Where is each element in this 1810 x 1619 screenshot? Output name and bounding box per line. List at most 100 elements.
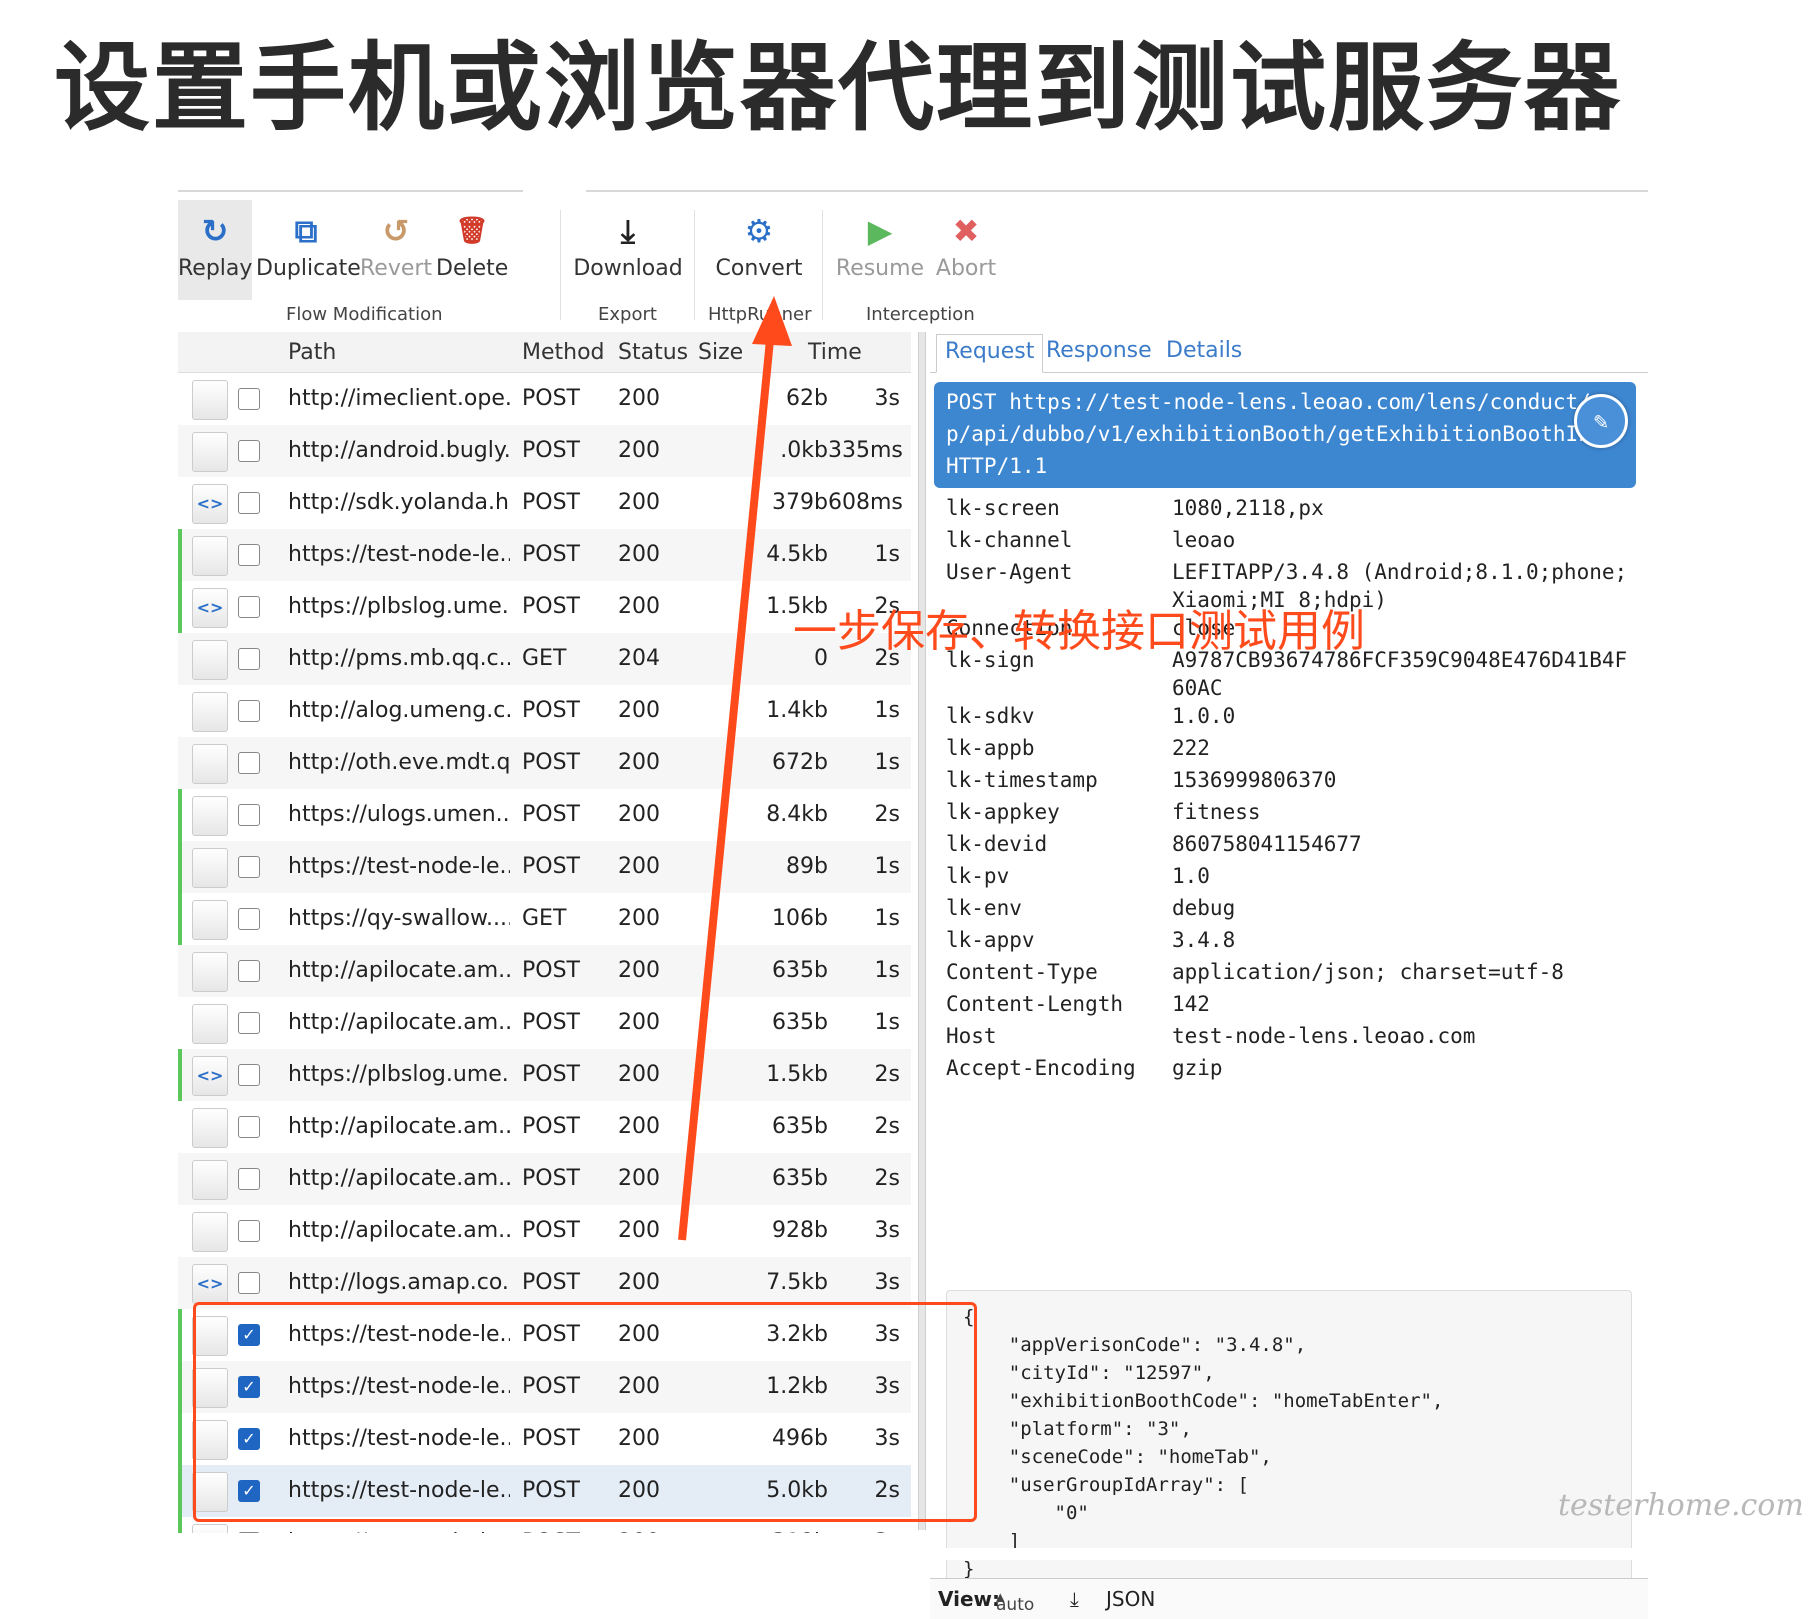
table-row[interactable]: https://test-node-le... POST 200 4.5kb 1s: [178, 529, 911, 581]
row-checkbox[interactable]: [238, 804, 260, 826]
duplicate-button[interactable]: ⧉ Duplicate: [256, 200, 361, 300]
table-row[interactable]: http://android.bugly... POST 200 .0kb 335ms: [178, 425, 911, 477]
row-checkbox[interactable]: [238, 1064, 260, 1086]
row-checkbox[interactable]: [238, 544, 260, 566]
row-checkbox[interactable]: [238, 700, 260, 722]
header-row: lk-appv 3.4.8: [946, 926, 1636, 958]
table-row[interactable]: http://imeclient.ope... POST 200 62b 3s: [178, 373, 911, 425]
flow-path: http://pms.mb.qq.c...: [288, 646, 510, 671]
flow-path: http://sdk.yolanda.h...: [288, 490, 510, 515]
replay-button[interactable]: ↻ Replay: [178, 200, 252, 300]
delete-button[interactable]: 🗑 Delete: [436, 200, 508, 300]
flow-time: 2s: [874, 1062, 900, 1087]
row-checkbox[interactable]: [238, 440, 260, 462]
flow-status: 200: [618, 438, 660, 463]
table-row[interactable]: https://qy-swallow.... GET 200 106b 1s: [178, 893, 911, 945]
header-row: Host test-node-lens.leoao.com: [946, 1022, 1636, 1054]
tab-request[interactable]: Request: [936, 334, 1044, 373]
close-icon: ✖: [952, 212, 980, 250]
row-checkbox[interactable]: [238, 1220, 260, 1242]
row-checkbox[interactable]: [238, 1168, 260, 1190]
flow-path: http://android.bugly...: [288, 438, 510, 463]
flow-size: 4.5kb: [766, 542, 828, 567]
convert-button[interactable]: ⚙ Convert: [704, 200, 814, 300]
table-row[interactable]: http://oth.eve.mdt.q... POST 200 672b 1s: [178, 737, 911, 789]
table-row[interactable]: http://alog.umeng.c... POST 200 1.4kb 1s: [178, 685, 911, 737]
flow-size: 635b: [772, 1166, 828, 1191]
header-value: debug: [1172, 896, 1236, 920]
row-checkbox[interactable]: [238, 1012, 260, 1034]
flow-status: 200: [618, 802, 660, 827]
flow-time: 2s: [874, 1114, 900, 1139]
flow-method: POST: [522, 854, 580, 879]
flow-path: http://apilocate.am...: [288, 1114, 510, 1139]
header-row: lk-devid 860758041154677: [946, 830, 1636, 862]
code-icon: <>: [192, 588, 228, 628]
status-bar: [178, 477, 182, 529]
view-mode-select[interactable]: auto ▴: [996, 1587, 1034, 1615]
row-checkbox[interactable]: [238, 1116, 260, 1138]
column-header-time[interactable]: Time: [808, 340, 862, 365]
tab-details[interactable]: Details: [1166, 338, 1242, 372]
request-line[interactable]: POST https://test-node-lens.leoao.com/le…: [934, 382, 1636, 488]
table-row[interactable]: http://apilocate.am... POST 200 928b 3s: [178, 1205, 911, 1257]
flow-method: POST: [522, 698, 580, 723]
header-value: 860758041154677: [1172, 832, 1362, 856]
flow-path: https://test-node-le...: [288, 542, 510, 567]
row-checkbox[interactable]: [238, 908, 260, 930]
column-header-path[interactable]: Path: [288, 340, 336, 365]
header-value: fitness: [1172, 800, 1261, 824]
header-value: application/json; charset=utf-8: [1172, 960, 1564, 984]
row-checkbox[interactable]: [238, 492, 260, 514]
status-bar: [178, 789, 182, 841]
flow-method: GET: [522, 906, 567, 931]
row-checkbox[interactable]: [238, 1272, 260, 1294]
header-row: lk-screen 1080,2118,px: [946, 494, 1636, 526]
flow-time: 608ms: [828, 490, 903, 515]
header-key: lk-appkey: [946, 800, 1060, 824]
flow-status: 200: [618, 1062, 660, 1087]
row-checkbox[interactable]: [238, 596, 260, 618]
abort-button[interactable]: ✖ Abort: [930, 200, 1002, 300]
group-label-interception: Interception: [866, 304, 975, 325]
table-row[interactable]: http://apilocate.am... POST 200 635b 2s: [178, 1153, 911, 1205]
resume-button[interactable]: ▶ Resume: [832, 200, 928, 300]
group-label-export: Export: [598, 304, 657, 325]
flow-path: https://plbslog.ume...: [288, 1062, 510, 1087]
row-checkbox[interactable]: [238, 388, 260, 410]
table-row[interactable]: http://apilocate.am... POST 200 635b 2s: [178, 1101, 911, 1153]
header-value: test-node-lens.leoao.com: [1172, 1024, 1476, 1048]
flow-time: 1s: [874, 542, 900, 567]
column-header-method[interactable]: Method: [522, 340, 605, 365]
table-row[interactable]: https://test-node-le... POST 200 89b 1s: [178, 841, 911, 893]
header-row: Content-Length 142: [946, 990, 1636, 1022]
table-row[interactable]: http://apilocate.am... POST 200 635b 1s: [178, 997, 911, 1049]
row-checkbox[interactable]: [238, 752, 260, 774]
header-key: Content-Type: [946, 960, 1098, 984]
revert-button[interactable]: ↺ Revert: [360, 200, 432, 300]
row-checkbox[interactable]: [238, 1532, 260, 1533]
row-checkbox[interactable]: [238, 648, 260, 670]
flow-status: 200: [618, 594, 660, 619]
column-header-size[interactable]: Size: [698, 340, 743, 365]
edit-icon[interactable]: ✎: [1574, 394, 1628, 448]
download-icon[interactable]: ⤓: [1070, 1587, 1079, 1611]
flow-status: 200: [618, 1270, 660, 1295]
status-bar: [178, 1205, 182, 1257]
table-row[interactable]: <> http://sdk.yolanda.h... POST 200 379b 608m…: [178, 477, 911, 529]
tab-response[interactable]: Response: [1046, 338, 1152, 372]
table-row[interactable]: https://ulogs.umen... POST 200 8.4kb 2s: [178, 789, 911, 841]
download-button[interactable]: ⤓ Download: [572, 200, 684, 300]
column-header-status[interactable]: Status: [618, 340, 688, 365]
download-icon: ⤓: [620, 212, 636, 250]
table-row[interactable]: <> https://plbslog.ume... POST 200 1.5kb 2s: [178, 1049, 911, 1101]
table-row[interactable]: http://apilocate.am... POST 200 635b 1s: [178, 945, 911, 997]
document-icon: [192, 1160, 228, 1200]
flow-path: https://qy-swallow....: [288, 906, 510, 931]
flow-size: 7.5kb: [766, 1270, 828, 1295]
body-line: "appVerisonCode": "3.4.8",: [963, 1334, 1307, 1356]
row-checkbox[interactable]: [238, 960, 260, 982]
row-checkbox[interactable]: [238, 856, 260, 878]
flow-method: GET: [522, 646, 567, 671]
flow-size: 635b: [772, 1114, 828, 1139]
